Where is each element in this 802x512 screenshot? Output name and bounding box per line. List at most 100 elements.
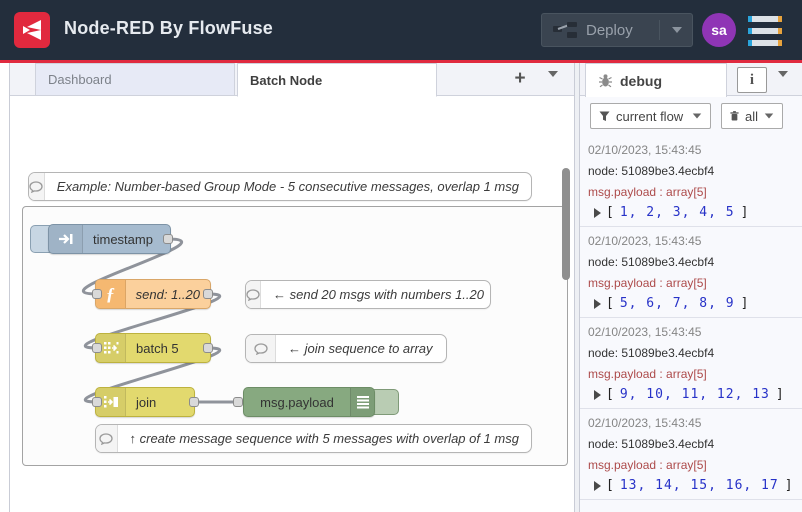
comment-text: Example: Number-based Group Mode - 5 con… [56,179,519,194]
array-open-bracket: [ [606,387,614,402]
join-output-port[interactable] [189,397,199,407]
message-timestamp: 02/10/2023, 15:43:45 [588,325,702,339]
batch-node[interactable]: batch 5 [95,333,211,363]
clear-button-label: all [744,108,758,124]
debug-message[interactable]: 02/10/2023, 15:43:45 node: 51089be3.4ecb… [580,227,802,318]
function-input-port[interactable] [92,289,102,299]
app-header: Node-RED By FlowFuse Deploy sa [0,0,802,60]
tab-dashboard[interactable]: Dashboard [35,63,235,96]
sidebar-tabbar: debug i [580,63,802,97]
deploy-button[interactable]: Deploy [541,13,693,47]
message-payload-path: msg.payload : array[5] [588,458,707,472]
menu-bar [748,28,782,34]
tab-batch-node[interactable]: Batch Node [237,63,437,97]
array-values: 9, 10, 11, 12, 13 [619,387,770,402]
message-node-id: node: 51089be3.4ecbf4 [588,437,715,451]
sidebar-options-caret-icon[interactable] [778,71,788,95]
message-node-id: node: 51089be3.4ecbf4 [588,346,715,360]
filter-button-label: current flow [616,108,684,124]
menu-bar [748,40,782,46]
canvas-scrollbar[interactable] [562,168,570,280]
array-open-bracket: [ [606,205,614,220]
flow-list-caret-icon[interactable] [548,71,558,95]
debug-tab-label: debug [620,72,662,89]
expand-icon[interactable] [594,480,601,491]
message-array-row[interactable]: [ 1, 2, 3, 4, 5 ] [588,205,802,220]
debug-message[interactable]: 02/10/2023, 15:43:45 node: 51089be3.4ecb… [580,136,802,227]
batch-output-port[interactable] [203,343,213,353]
user-avatar[interactable]: sa [702,13,736,47]
function-node-label: send: 1..20 [135,286,200,302]
inject-icon [49,225,83,253]
main-menu-icon[interactable] [748,16,782,46]
info-button[interactable]: i [737,67,767,93]
function-node[interactable]: ƒ send: 1..20 [95,279,211,309]
comment-text: ↑ create message sequence with 5 message… [129,431,519,446]
expand-icon[interactable] [594,298,601,309]
join-node[interactable]: join [95,387,195,417]
trash-icon [730,111,739,121]
palette-edge [0,63,10,512]
debug-sidebar: debug i current flow all 02/10/2023, 15:… [580,63,802,512]
message-array-row[interactable]: [ 13, 14, 15, 16, 17 ] [588,478,802,493]
inject-output-port[interactable] [163,234,173,244]
deploy-button-label: Deploy [586,21,633,39]
flowfuse-logo-icon [14,12,50,48]
inject-node-label: timestamp [93,231,153,247]
join-node-label: join [136,394,157,410]
debug-node-label: msg.payload [260,394,334,410]
join-input-port[interactable] [92,397,102,407]
array-values: 13, 14, 15, 16, 17 [619,478,779,493]
array-open-bracket: [ [606,478,614,493]
debug-toggle-button[interactable] [373,389,399,415]
comment-node-bottom[interactable]: ↑ create message sequence with 5 message… [95,424,532,453]
message-array-row[interactable]: [ 9, 10, 11, 12, 13 ] [588,387,802,402]
array-values: 1, 2, 3, 4, 5 [619,205,735,220]
array-close-bracket: ] [784,478,793,493]
message-node-id: node: 51089be3.4ecbf4 [588,164,715,178]
message-timestamp: 02/10/2023, 15:43:45 [588,143,702,157]
comment-node-join[interactable]: ← join sequence to array [245,334,447,363]
flow-canvas[interactable]: Example: Number-based Group Mode - 5 con… [10,96,574,512]
debug-message[interactable]: 02/10/2023, 15:43:45 node: 51089be3.4ecb… [580,409,802,500]
array-values: 5, 6, 7, 8, 9 [619,296,735,311]
message-payload-path: msg.payload : array[5] [588,367,707,381]
message-timestamp: 02/10/2023, 15:43:45 [588,234,702,248]
comment-bubble-icon [246,335,276,362]
clear-button[interactable]: all [721,103,783,129]
comment-node-send[interactable]: ← send 20 msgs with numbers 1..20 [245,280,491,309]
debug-toolbar: current flow all [580,96,802,136]
clear-caret-icon [764,113,774,119]
debug-input-port[interactable] [233,397,243,407]
comment-text: ← join sequence to array [288,341,433,356]
add-flow-button[interactable]: + [508,67,532,91]
debug-message-list[interactable]: 02/10/2023, 15:43:45 node: 51089be3.4ecb… [580,136,802,512]
message-array-row[interactable]: [ 5, 6, 7, 8, 9 ] [588,296,802,311]
message-payload-path: msg.payload : array[5] [588,185,707,199]
inject-node[interactable]: timestamp [48,224,171,254]
array-close-bracket: ] [775,387,784,402]
deploy-icon [553,22,577,38]
tab-debug[interactable]: debug [585,63,727,97]
debug-node[interactable]: msg.payload [243,387,375,417]
array-close-bracket: ] [740,296,749,311]
batch-input-port[interactable] [92,343,102,353]
comment-node-title[interactable]: Example: Number-based Group Mode - 5 con… [28,172,532,201]
comment-bubble-icon [29,173,45,200]
comment-text: ← send 20 msgs with numbers 1..20 [273,287,484,302]
message-node-id: node: 51089be3.4ecbf4 [588,255,715,269]
comment-bubble-icon [96,425,118,452]
comment-bubble-icon [246,281,261,308]
bug-icon [599,74,612,88]
batch-node-label: batch 5 [136,340,179,356]
filter-button[interactable]: current flow [590,103,711,129]
function-output-port[interactable] [203,289,213,299]
array-open-bracket: [ [606,296,614,311]
funnel-icon [599,111,610,121]
debug-message[interactable]: 02/10/2023, 15:43:45 node: 51089be3.4ecb… [580,318,802,409]
deploy-options-caret[interactable] [659,20,682,40]
expand-icon[interactable] [594,389,601,400]
filter-caret-icon [692,113,702,119]
expand-icon[interactable] [594,207,601,218]
array-close-bracket: ] [740,205,749,220]
